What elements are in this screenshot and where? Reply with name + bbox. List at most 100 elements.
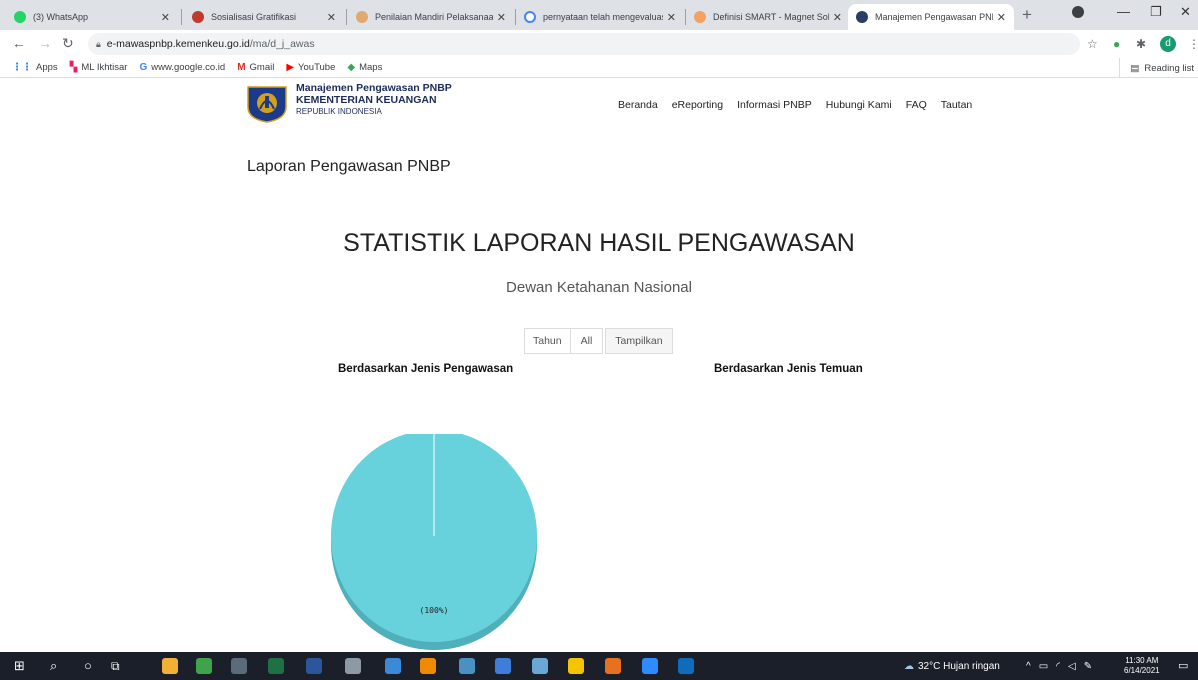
google-icon <box>524 11 536 23</box>
whatsapp-icon <box>14 11 26 23</box>
notification-icon[interactable]: ▭ <box>1178 658 1194 674</box>
puzzle-icon[interactable]: ✱ <box>1136 37 1146 51</box>
avatar[interactable]: d <box>1160 36 1176 52</box>
bookmark-google[interactable]: G www.google.co.id <box>139 62 225 73</box>
weather-text: 32°C Hujan ringan <box>918 660 1000 672</box>
bookmark-maps[interactable]: ◆ Maps <box>347 62 382 73</box>
bookmark-label: Maps <box>359 62 383 73</box>
reload-icon[interactable]: ↻ <box>62 35 74 52</box>
close-icon[interactable]: ✕ <box>327 11 336 24</box>
window-close-icon[interactable]: ✕ <box>1180 4 1191 20</box>
pen-icon[interactable]: ✎ <box>1084 661 1092 672</box>
restore-icon[interactable]: ❐ <box>1150 4 1162 20</box>
close-icon[interactable]: ✕ <box>161 11 170 24</box>
bookmark-gmail[interactable]: M Gmail <box>237 62 274 73</box>
year-select[interactable]: All <box>570 328 604 354</box>
ml-icon: ▚ <box>69 62 78 73</box>
battery-icon[interactable]: ▭ <box>1039 661 1048 672</box>
statistics-heading: STATISTIK LAPORAN HASIL PENGAWASAN <box>343 229 855 257</box>
brand-ministry: KEMENTERIAN KEUANGAN <box>296 94 437 106</box>
vlc-icon[interactable] <box>420 658 436 674</box>
calculator-icon[interactable] <box>231 658 247 674</box>
close-icon[interactable]: ✕ <box>997 11 1006 24</box>
nav-tautan[interactable]: Tautan <box>941 99 973 111</box>
page-title: Laporan Pengawasan PNBP <box>247 158 451 175</box>
sticky-notes-icon[interactable] <box>568 658 584 674</box>
system-tray: ^ ▭ ◜ ◁ ✎ <box>1026 652 1092 680</box>
tab-whatsapp[interactable]: (3) WhatsApp ✕ <box>6 4 178 30</box>
app-icon[interactable] <box>605 658 621 674</box>
app-icon[interactable] <box>495 658 511 674</box>
reading-list-icon: ▤ <box>1130 62 1140 74</box>
reading-list-label: Reading list <box>1144 62 1194 74</box>
app-icon[interactable] <box>459 658 475 674</box>
nav-faq[interactable]: FAQ <box>906 99 927 111</box>
tab-strip: (3) WhatsApp ✕ Sosialisasi Gratifikasi ✕… <box>0 0 1198 30</box>
clock[interactable]: 11:30 AM 6/14/2021 <box>1124 656 1160 676</box>
outlook-icon[interactable] <box>678 658 694 674</box>
clock-time: 11:30 AM <box>1125 656 1159 665</box>
nav-informasi-pnbp[interactable]: Informasi PNBP <box>737 99 812 111</box>
star-icon[interactable]: ☆ <box>1087 37 1098 51</box>
close-icon[interactable]: ✕ <box>833 11 842 24</box>
apps-icon: ⋮⋮ <box>12 62 32 73</box>
forward-icon[interactable]: → <box>38 35 52 51</box>
brand-title: Manajemen Pengawasan PNBP <box>296 82 452 94</box>
nav-hubungi-kami[interactable]: Hubungi Kami <box>826 99 892 111</box>
kemenkeu-logo[interactable] <box>244 85 290 123</box>
chart-subtitle-jenis-temuan: Berdasarkan Jenis Temuan <box>714 363 863 375</box>
zoom-icon[interactable] <box>642 658 658 674</box>
new-tab-button[interactable]: + <box>1022 5 1032 25</box>
close-icon[interactable]: ✕ <box>497 11 506 24</box>
app-icon[interactable] <box>532 658 548 674</box>
windows-start-icon[interactable]: ⊞ <box>14 658 30 674</box>
file-explorer-icon[interactable] <box>162 658 178 674</box>
volume-icon[interactable]: ◁ <box>1068 661 1076 672</box>
url-path: /ma/d_j_awas <box>249 38 315 50</box>
bookmark-ml-ikhtisar[interactable]: ▚ ML Ikhtisar <box>70 62 128 73</box>
link-icon <box>694 11 706 23</box>
chrome-icon[interactable] <box>385 658 401 674</box>
extension-icon[interactable]: ● <box>1113 37 1120 51</box>
word-icon[interactable] <box>306 658 322 674</box>
site-icon <box>356 11 368 23</box>
tab-pernyataan[interactable]: pernyataan telah mengevaluasi ✕ <box>516 4 684 30</box>
close-icon[interactable]: ✕ <box>667 11 676 24</box>
kemenkeu-icon <box>856 11 868 23</box>
bookmark-label: www.google.co.id <box>151 62 226 73</box>
menu-icon[interactable]: ⋮ <box>1188 37 1198 51</box>
lock-icon: 🔒︎ <box>96 38 101 49</box>
brand-block[interactable]: Manajemen Pengawasan PNBP KEMENTERIAN KE… <box>296 82 452 118</box>
wifi-icon[interactable]: ◜ <box>1056 661 1060 672</box>
tab-manajemen-pengawasan[interactable]: Manajemen Pengawasan PNB ✕ <box>848 4 1014 30</box>
excel-icon[interactable] <box>268 658 284 674</box>
google-icon: G <box>139 62 148 73</box>
app-icon[interactable] <box>345 658 361 674</box>
search-icon[interactable]: ⌕ <box>50 658 66 674</box>
weather-widget[interactable]: ☁ 32°C Hujan ringan <box>904 652 1000 680</box>
bookmark-apps[interactable]: ⋮⋮ Apps <box>12 62 58 73</box>
tab-title: Manajemen Pengawasan PNB <box>875 12 993 22</box>
cortana-icon[interactable]: ○ <box>84 658 100 674</box>
tab-definisi-smart[interactable]: Definisi SMART - Magnet Solu ✕ <box>686 4 850 30</box>
bookmark-label: Gmail <box>249 62 275 73</box>
bookmarks-bar: ⋮⋮ Apps ▚ ML Ikhtisar G www.google.co.id… <box>0 58 1198 78</box>
address-bar[interactable]: 🔒︎ e-mawaspnbp.kemenkeu.go.id/ma/d_j_awa… <box>88 33 1080 55</box>
show-button[interactable]: Tampilkan <box>605 328 673 354</box>
store-icon[interactable] <box>196 658 212 674</box>
tab-penilaian[interactable]: Penilaian Mandiri Pelaksanaan ✕ <box>348 4 514 30</box>
nav-beranda[interactable]: Beranda <box>618 99 658 111</box>
bookmark-youtube[interactable]: ▶ YouTube <box>286 62 335 73</box>
chevron-up-icon[interactable]: ^ <box>1026 661 1031 672</box>
chart-subtitle-jenis-pengawasan: Berdasarkan Jenis Pengawasan <box>338 363 514 375</box>
minimize-icon[interactable]: — <box>1117 4 1130 19</box>
clock-date: 6/14/2021 <box>1124 666 1160 675</box>
account-circle-icon[interactable] <box>1072 6 1084 18</box>
reading-list-button[interactable]: ▤ Reading list <box>1119 58 1194 78</box>
year-label: Tahun <box>524 328 571 354</box>
bookmark-label: Apps <box>36 62 58 73</box>
back-icon[interactable]: ← <box>12 35 26 51</box>
nav-ereporting[interactable]: eReporting <box>672 99 723 111</box>
tab-sosialisasi[interactable]: Sosialisasi Gratifikasi ✕ <box>184 4 344 30</box>
task-view-icon[interactable]: ⧉ <box>111 658 127 674</box>
